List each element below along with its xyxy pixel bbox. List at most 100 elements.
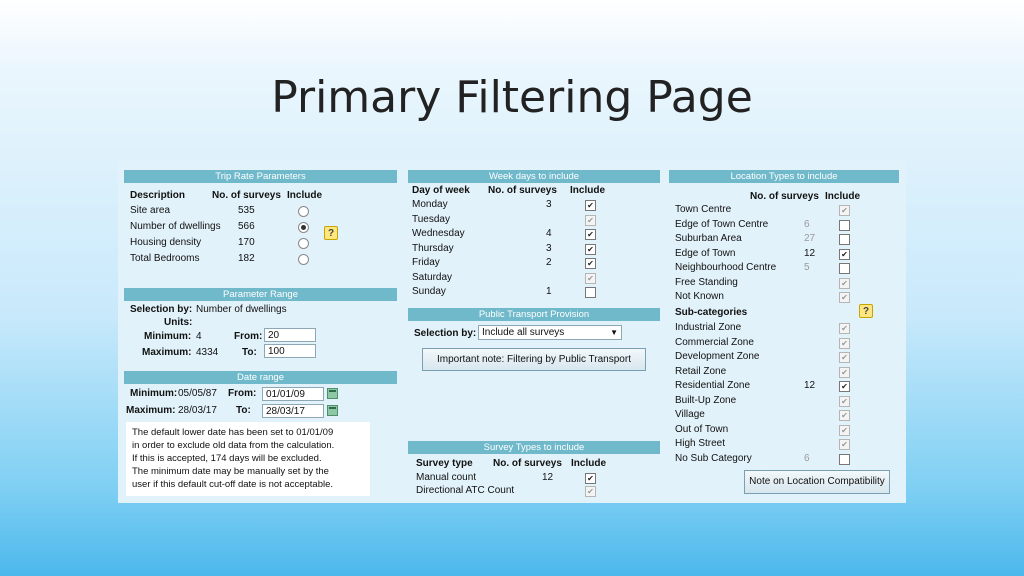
week-day-count: 1	[546, 286, 552, 297]
sub-category-checkbox: ✔	[839, 337, 850, 349]
location-type-count: 6	[804, 218, 810, 230]
date-from-input[interactable]: 01/01/09	[262, 387, 324, 401]
week-days-col-include: Include	[570, 185, 606, 196]
include-radio[interactable]	[298, 206, 309, 217]
survey-type-checkbox[interactable]: ✔	[585, 473, 596, 484]
sub-category-label: High Street	[675, 438, 726, 449]
sub-category-label: Retail Zone	[675, 365, 727, 377]
week-day-checkbox[interactable]: ✔	[585, 200, 596, 211]
caret-down-icon: ▼	[610, 328, 618, 337]
trip-rate-row-label: Housing density	[130, 237, 202, 248]
units-label: Units:	[164, 317, 193, 328]
trip-rate-row-count: 566	[238, 221, 255, 232]
sub-category-checkbox: ✔	[839, 424, 850, 436]
location-type-checkbox[interactable]	[839, 219, 850, 231]
week-day-count: 4	[546, 228, 552, 239]
week-day-checkbox: ✔	[585, 272, 596, 284]
pt-selection-label: Selection by:	[414, 328, 477, 339]
week-day-count: 2	[546, 257, 552, 268]
survey-types-col-surveys: No. of surveys	[493, 458, 562, 469]
date-maximum-value: 28/03/17	[178, 405, 217, 416]
week-day-checkbox[interactable]	[585, 287, 596, 298]
sub-category-label: Industrial Zone	[675, 322, 742, 333]
note-line: The default lower date has been set to 0…	[132, 427, 334, 438]
include-radio[interactable]	[298, 238, 309, 249]
week-days-col-day: Day of week	[412, 185, 470, 196]
slide-title: Primary Filtering Page	[271, 72, 753, 123]
date-range-header: Date range	[124, 371, 397, 384]
location-type-label: Suburban Area	[675, 233, 742, 244]
sub-categories-heading: Sub-categories	[675, 307, 748, 318]
sub-category-checkbox: ✔	[839, 410, 850, 421]
location-type-label: Edge of Town Centre	[675, 218, 769, 230]
public-transport-note-button[interactable]: Important note: Filtering by Public Tran…	[422, 348, 646, 371]
sub-category-label: No Sub Category	[675, 452, 752, 464]
week-day-label: Tuesday	[412, 213, 450, 225]
sub-category-label: Village	[675, 409, 705, 420]
trip-rate-col-surveys: No. of surveys	[212, 190, 281, 201]
location-type-label: Edge of Town	[675, 247, 736, 259]
week-day-count: 3	[546, 199, 552, 210]
location-type-checkbox: ✔	[839, 292, 850, 303]
location-type-label: Neighbourhood Centre	[675, 262, 777, 273]
sub-category-label: Development Zone	[675, 351, 760, 362]
location-col-surveys: No. of surveys	[750, 191, 819, 202]
week-days-header: Week days to include	[408, 170, 660, 183]
parameter-range-header: Parameter Range	[124, 288, 397, 301]
include-radio[interactable]	[298, 254, 309, 265]
location-type-checkbox[interactable]	[839, 263, 850, 274]
location-type-count: 5	[804, 262, 810, 273]
maximum-label: Maximum:	[142, 347, 192, 358]
location-type-count: 12	[804, 247, 816, 259]
filtering-page-screenshot: Trip Rate Parameters Description No. of …	[118, 161, 906, 503]
sub-category-checkbox: ✔	[839, 395, 850, 407]
trip-rate-row-count: 170	[238, 237, 255, 248]
calendar-icon[interactable]	[327, 405, 338, 416]
week-day-label: Saturday	[412, 271, 453, 283]
parameter-from-input[interactable]: 20	[264, 328, 316, 342]
select-value: Include all surveys	[482, 327, 565, 338]
minimum-value: 4	[196, 331, 202, 342]
trip-rate-row-label: Number of dwellings	[130, 221, 221, 232]
sub-category-count: 6	[804, 452, 810, 464]
week-days-col-surveys: No. of surveys	[488, 185, 557, 196]
calendar-icon[interactable]	[327, 388, 338, 399]
sub-category-checkbox: ✔	[839, 352, 850, 363]
week-day-checkbox[interactable]: ✔	[585, 229, 596, 240]
location-type-checkbox: ✔	[839, 205, 850, 216]
help-icon[interactable]: ?	[324, 226, 338, 240]
sub-category-label: Commercial Zone	[675, 336, 754, 348]
public-transport-select[interactable]: Include all surveys ▼	[478, 325, 622, 340]
week-day-checkbox[interactable]: ✔	[585, 243, 596, 255]
location-col-include: Include	[825, 191, 861, 202]
sub-category-checkbox[interactable]	[839, 453, 850, 465]
location-type-label: Free Standing	[675, 276, 738, 288]
date-minimum-label: Minimum:	[130, 388, 178, 399]
week-day-label: Sunday	[412, 286, 446, 297]
include-radio[interactable]	[298, 222, 309, 233]
parameter-to-input[interactable]: 100	[264, 344, 316, 358]
sub-category-checkbox: ✔	[839, 439, 850, 450]
survey-type-label: Manual count	[416, 472, 477, 483]
week-day-checkbox[interactable]: ✔	[585, 258, 596, 269]
trip-rate-row-count: 535	[238, 205, 255, 216]
note-line: user if this default cut-off date is not…	[132, 479, 334, 490]
location-type-checkbox[interactable]: ✔	[839, 248, 850, 260]
date-to-label: To:	[236, 405, 251, 416]
maximum-value: 4334	[196, 347, 219, 358]
week-day-label: Friday	[412, 257, 440, 268]
help-icon[interactable]: ?	[859, 304, 873, 318]
sub-category-label: Built-Up Zone	[675, 394, 737, 406]
sub-category-checkbox[interactable]: ✔	[839, 381, 850, 392]
date-to-input[interactable]: 28/03/17	[262, 404, 324, 418]
survey-types-col-include: Include	[571, 458, 607, 469]
location-compatibility-note-button[interactable]: Note on Location Compatibility	[744, 470, 890, 494]
week-day-checkbox: ✔	[585, 214, 596, 226]
location-type-label: Town Centre	[675, 204, 732, 215]
survey-type-checkbox: ✔	[585, 486, 596, 497]
trip-rate-row-label: Total Bedrooms	[130, 253, 200, 264]
minimum-label: Minimum:	[144, 331, 192, 342]
location-type-checkbox[interactable]	[839, 234, 850, 245]
selection-by-value: Number of dwellings	[196, 304, 287, 315]
survey-types-col-type: Survey type	[416, 458, 473, 469]
